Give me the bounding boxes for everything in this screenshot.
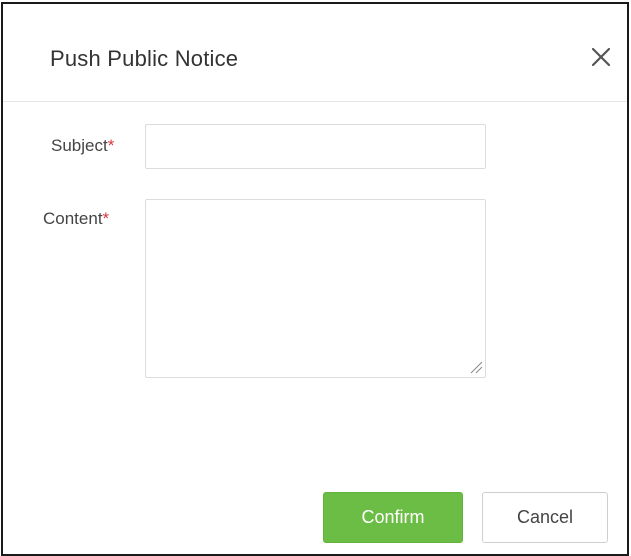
close-button[interactable]	[588, 44, 614, 70]
subject-input[interactable]	[145, 124, 486, 169]
content-required-mark: *	[102, 209, 110, 228]
subject-label-text: Subject	[51, 136, 108, 155]
dialog-title: Push Public Notice	[50, 46, 239, 71]
content-textarea[interactable]	[145, 199, 486, 378]
content-label: Content*	[43, 209, 109, 229]
resize-handle-icon[interactable]	[469, 360, 483, 374]
confirm-button[interactable]: Confirm	[323, 492, 463, 543]
cancel-button[interactable]: Cancel	[482, 492, 608, 543]
dialog-header: Push Public Notice	[3, 4, 627, 102]
subject-required-mark: *	[107, 136, 115, 155]
push-public-notice-dialog: Push Public Notice Subject* Content* Con…	[1, 2, 629, 556]
content-label-text: Content	[43, 209, 103, 228]
subject-label: Subject*	[51, 136, 114, 156]
close-icon	[591, 47, 611, 67]
